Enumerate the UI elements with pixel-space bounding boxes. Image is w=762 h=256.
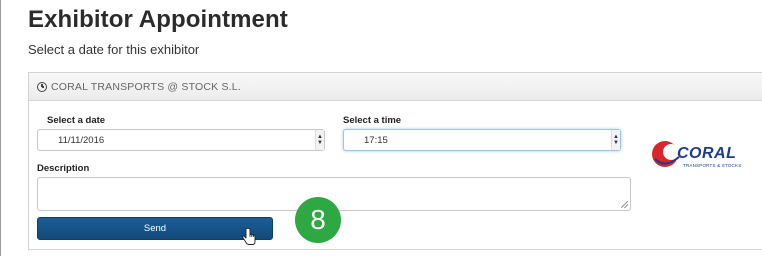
resize-grip-icon[interactable]: [621, 201, 628, 208]
logo-tagline: TRANSPORTS & STOCKS: [683, 163, 742, 168]
date-select[interactable]: 11/11/2016 ▲ ▼: [37, 129, 325, 151]
date-label: Select a date: [47, 115, 106, 126]
page-title: Exhibitor Appointment: [28, 6, 288, 33]
coral-logo: CORAL TRANSPORTS & STOCKS: [645, 137, 741, 171]
logo-name: CORAL: [677, 145, 737, 162]
date-select-value: 11/11/2016: [58, 134, 105, 146]
send-button[interactable]: Send: [37, 217, 273, 240]
page-subtitle: Select a date for this exhibitor: [28, 42, 200, 57]
clock-icon: [37, 81, 47, 92]
time-select[interactable]: 17:15 ▲ ▼: [343, 129, 621, 151]
time-label: Select a time: [343, 115, 402, 126]
select-arrows-icon[interactable]: ▲ ▼: [611, 130, 620, 150]
window-edge: [0, 0, 1, 256]
step-number-badge: 8: [295, 197, 341, 243]
appointment-panel: CORAL TRANSPORTS @ STOCK S.L. Select a d…: [28, 72, 762, 250]
exhibitor-name: CORAL TRANSPORTS @ STOCK S.L.: [51, 80, 241, 93]
hand-cursor-icon: [242, 228, 256, 245]
panel-header: CORAL TRANSPORTS @ STOCK S.L.: [29, 73, 762, 101]
select-arrows-icon[interactable]: ▲ ▼: [315, 130, 324, 150]
description-label: Description: [37, 163, 90, 174]
time-select-value: 17:15: [364, 134, 388, 146]
